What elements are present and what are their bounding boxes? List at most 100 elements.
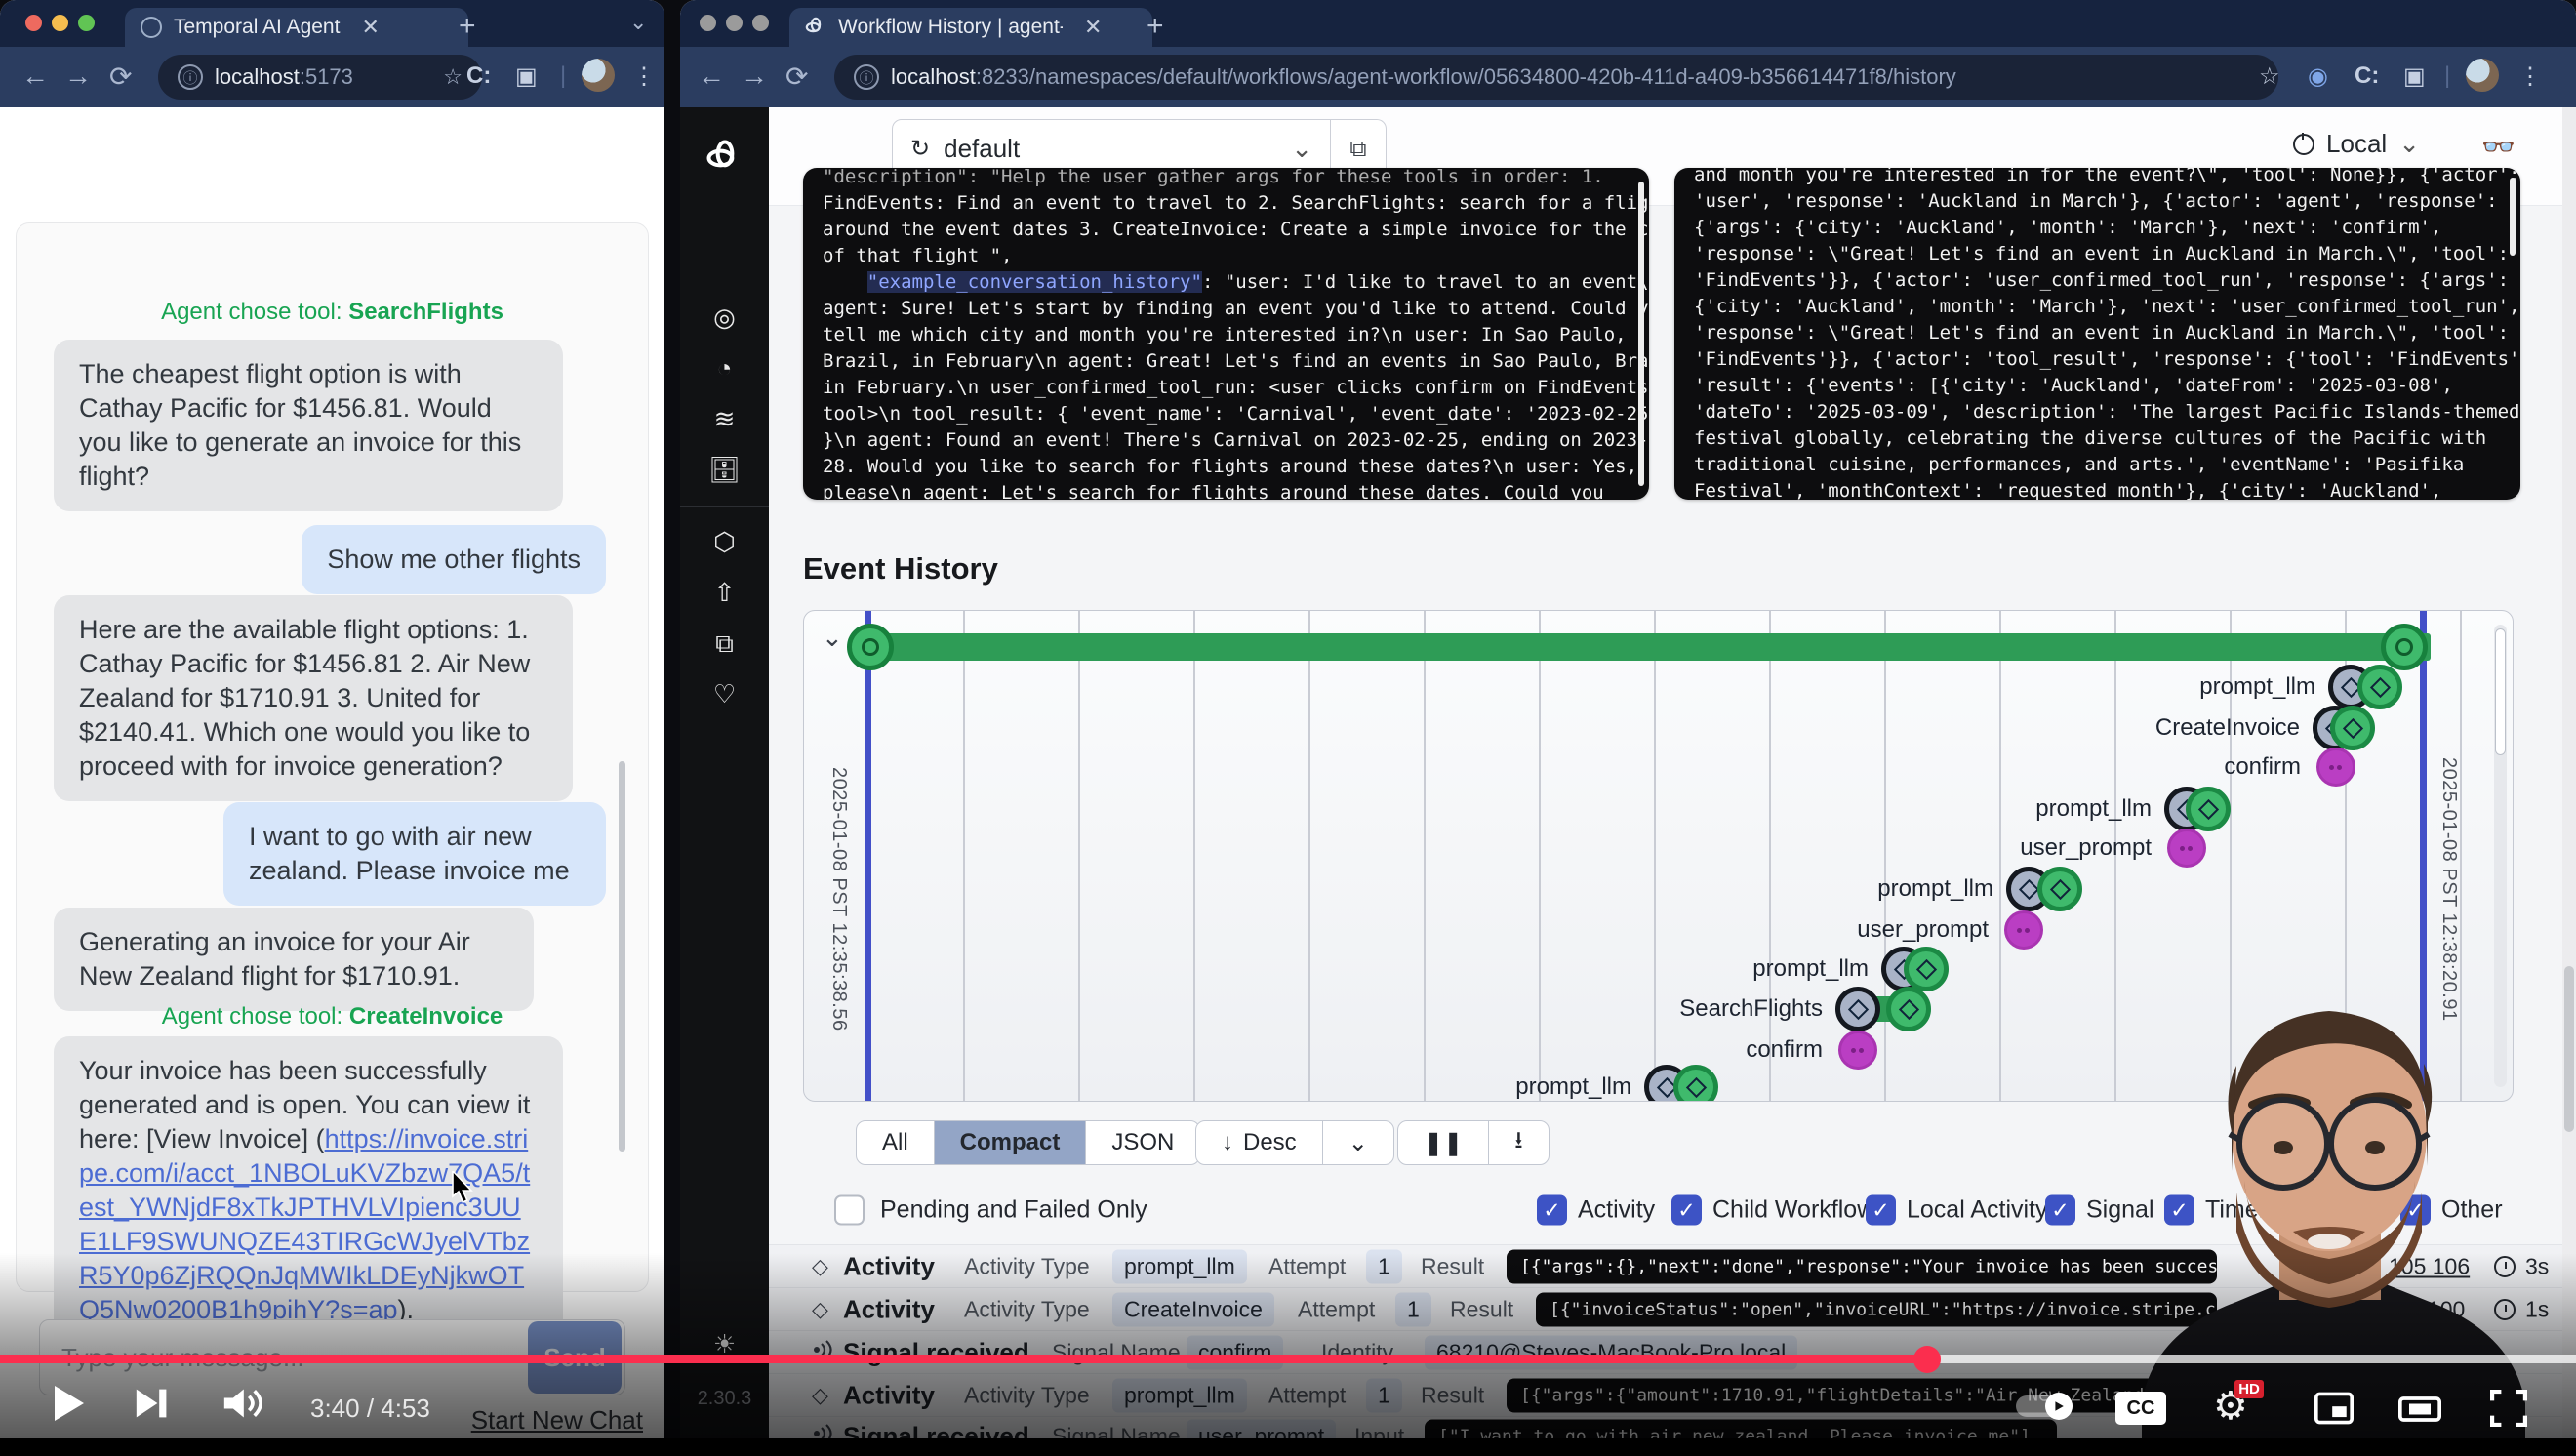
sidebar-codec-icon[interactable]: ⬡ — [680, 527, 769, 557]
play-button[interactable] — [51, 1384, 86, 1428]
timeline-event-label: prompt_llm — [2035, 795, 2152, 823]
close-tab-icon[interactable]: ✕ — [361, 15, 379, 40]
timeline-signal-marker[interactable] — [1838, 1031, 1877, 1070]
start-new-chat-link[interactable]: Start New Chat — [471, 1405, 643, 1436]
forward-button[interactable]: → — [741, 61, 768, 92]
captions-button[interactable]: CC — [2115, 1392, 2166, 1425]
sidebar-schedules-icon[interactable]: ◔ — [680, 353, 769, 384]
tab-workflow-history[interactable]: Workflow History | agent-wor ✕ — [789, 8, 1152, 47]
pending-failed-checkbox[interactable] — [834, 1195, 865, 1226]
extension-c-icon[interactable]: C: — [2355, 62, 2379, 90]
sidebar-namespaces-icon[interactable]: ≋ — [680, 404, 769, 434]
bot-message: Generating an invoice for your Air New Z… — [54, 908, 534, 1011]
browser-menu-icon[interactable]: ⋮ — [632, 62, 656, 91]
sort-desc-button[interactable]: ↓Desc — [1196, 1121, 1323, 1164]
back-button[interactable]: ← — [698, 61, 725, 92]
view-all-button[interactable]: All — [857, 1121, 935, 1164]
user-message: I want to go with air new zealand. Pleas… — [223, 802, 606, 906]
tab-temporal-ai-agent[interactable]: Temporal AI Agent ✕ — [125, 8, 468, 47]
minimize-window-button[interactable] — [52, 15, 68, 31]
filter-local-activity-checkbox[interactable]: ✓ — [1866, 1195, 1896, 1226]
new-tab-button[interactable]: + — [1147, 12, 1164, 41]
invoice-link[interactable]: https://invoice.stripe.com/i/acct_1NBOLu… — [79, 1124, 530, 1324]
code-panel-left[interactable]: "description": "Help the user gather arg… — [803, 168, 1649, 500]
sidebar-feedback-heart-icon[interactable]: ♡ — [680, 679, 769, 709]
chat-scrollbar[interactable] — [619, 761, 625, 1152]
timeline-completed-marker[interactable] — [2037, 867, 2082, 911]
browser-menu-icon[interactable]: ⋮ — [2518, 62, 2542, 91]
back-button[interactable]: ← — [21, 61, 49, 92]
workflow-span-bar[interactable] — [867, 633, 2431, 661]
sort-chevron-button[interactable]: ⌄ — [1323, 1121, 1393, 1164]
timezone-selector[interactable]: Local ⌄ — [2293, 129, 2420, 159]
labs-glasses-icon[interactable]: 👓 — [2481, 131, 2516, 163]
code-scrollbar[interactable] — [1638, 182, 1644, 486]
chevron-down-icon: ⌄ — [1291, 134, 1312, 164]
theater-mode-button[interactable] — [2398, 1395, 2441, 1428]
workflow-start-marker[interactable] — [847, 624, 894, 670]
address-bar[interactable]: ⓘ localhost:5173 ☆ — [158, 55, 482, 100]
zoom-window-button[interactable] — [78, 15, 95, 31]
reload-button[interactable]: ⟳ — [109, 61, 132, 93]
code-panel-right[interactable]: and month you're interested in for the e… — [1674, 168, 2520, 500]
site-info-icon[interactable]: ⓘ — [854, 64, 879, 90]
miniplayer-button[interactable] — [2314, 1392, 2354, 1430]
extensions-puzzle-icon[interactable]: ▣ — [2403, 62, 2426, 91]
extensions-puzzle-icon[interactable]: ▣ — [515, 62, 538, 91]
timeline-completed-marker[interactable] — [1673, 1065, 1718, 1102]
close-window-button[interactable] — [700, 15, 716, 31]
collapse-chevron-icon[interactable]: ⌄ — [822, 623, 843, 653]
fullscreen-button[interactable] — [2490, 1390, 2527, 1432]
minimize-window-button[interactable] — [726, 15, 743, 31]
timeline-completed-marker[interactable] — [2186, 787, 2231, 831]
timeline-completed-marker[interactable] — [1904, 947, 1949, 991]
filter-child-workflow-checkbox[interactable]: ✓ — [1671, 1195, 1702, 1226]
autoplay-toggle[interactable] — [2016, 1395, 2073, 1417]
mouse-cursor — [451, 1171, 476, 1209]
timeline-completed-marker[interactable] — [2357, 665, 2402, 709]
close-window-button[interactable] — [25, 15, 42, 31]
profile-avatar[interactable] — [2466, 59, 2499, 92]
timeline-completed-marker[interactable] — [1886, 987, 1931, 1031]
bookmark-star-icon[interactable]: ☆ — [2259, 62, 2280, 91]
view-json-button[interactable]: JSON — [1086, 1121, 1199, 1164]
bot-message: The cheapest flight option is with Catha… — [54, 340, 563, 511]
sidebar-workflows-icon[interactable]: ◎ — [680, 303, 769, 333]
view-compact-button[interactable]: Compact — [935, 1121, 1087, 1164]
close-tab-icon[interactable]: ✕ — [1084, 15, 1102, 40]
filter-activity-checkbox[interactable]: ✓ — [1537, 1195, 1567, 1226]
settings-gear-icon[interactable]: ⚙ HD — [2213, 1384, 2248, 1429]
sidebar-export-icon[interactable]: ⇧ — [680, 578, 769, 608]
reload-button[interactable]: ⟳ — [785, 61, 808, 93]
view-mode-segmented-control: All Compact JSON — [856, 1120, 1200, 1165]
zoom-window-button[interactable] — [752, 15, 769, 31]
timeline-scheduled-marker[interactable] — [1835, 987, 1880, 1031]
address-bar[interactable]: ⓘ localhost:8233/namespaces/default/work… — [834, 55, 2278, 100]
video-progress-bar[interactable] — [0, 1355, 2576, 1363]
timeline-scrollbar-thumb[interactable] — [2495, 628, 2506, 755]
filter-signal-checkbox[interactable]: ✓ — [2045, 1195, 2075, 1226]
next-button[interactable] — [135, 1386, 170, 1426]
video-scrubber-handle[interactable] — [1913, 1346, 1941, 1373]
bookmark-star-icon[interactable]: ☆ — [443, 64, 463, 90]
sidebar-import-icon[interactable]: ⧉ — [680, 628, 769, 660]
extension-c-icon[interactable]: C: — [466, 62, 491, 90]
profile-avatar[interactable] — [582, 59, 615, 92]
volume-button[interactable] — [222, 1386, 262, 1426]
filter-local-activity-label: Local Activity — [1907, 1196, 2048, 1225]
timeline-signal-marker[interactable] — [2167, 829, 2206, 868]
pause-button[interactable]: ❚❚ — [1398, 1121, 1489, 1164]
timeline-completed-marker[interactable] — [2330, 706, 2375, 750]
new-tab-button[interactable]: + — [459, 12, 476, 41]
site-info-icon[interactable]: ⓘ — [178, 64, 203, 90]
code-scrollbar[interactable] — [2510, 178, 2516, 256]
forward-button[interactable]: → — [64, 61, 92, 92]
sidebar-archive-icon[interactable]: 🗄 — [680, 455, 769, 485]
password-manager-icon[interactable]: ◉ — [2308, 62, 2328, 91]
tab-search-chevron-icon[interactable]: ⌄ — [629, 10, 647, 35]
timeline-signal-marker[interactable] — [2316, 748, 2355, 787]
workflow-end-marker[interactable] — [2381, 624, 2428, 670]
clock-icon — [2293, 134, 2314, 155]
timeline-signal-marker[interactable] — [2004, 910, 2043, 950]
download-history-button[interactable]: ⭳ — [1489, 1121, 1548, 1164]
